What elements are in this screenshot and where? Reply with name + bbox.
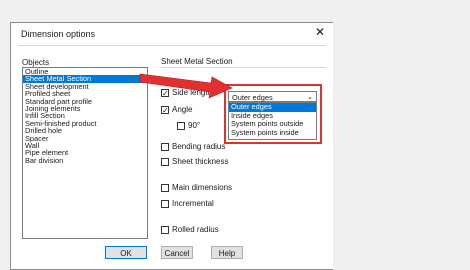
- background-panel: [333, 22, 470, 270]
